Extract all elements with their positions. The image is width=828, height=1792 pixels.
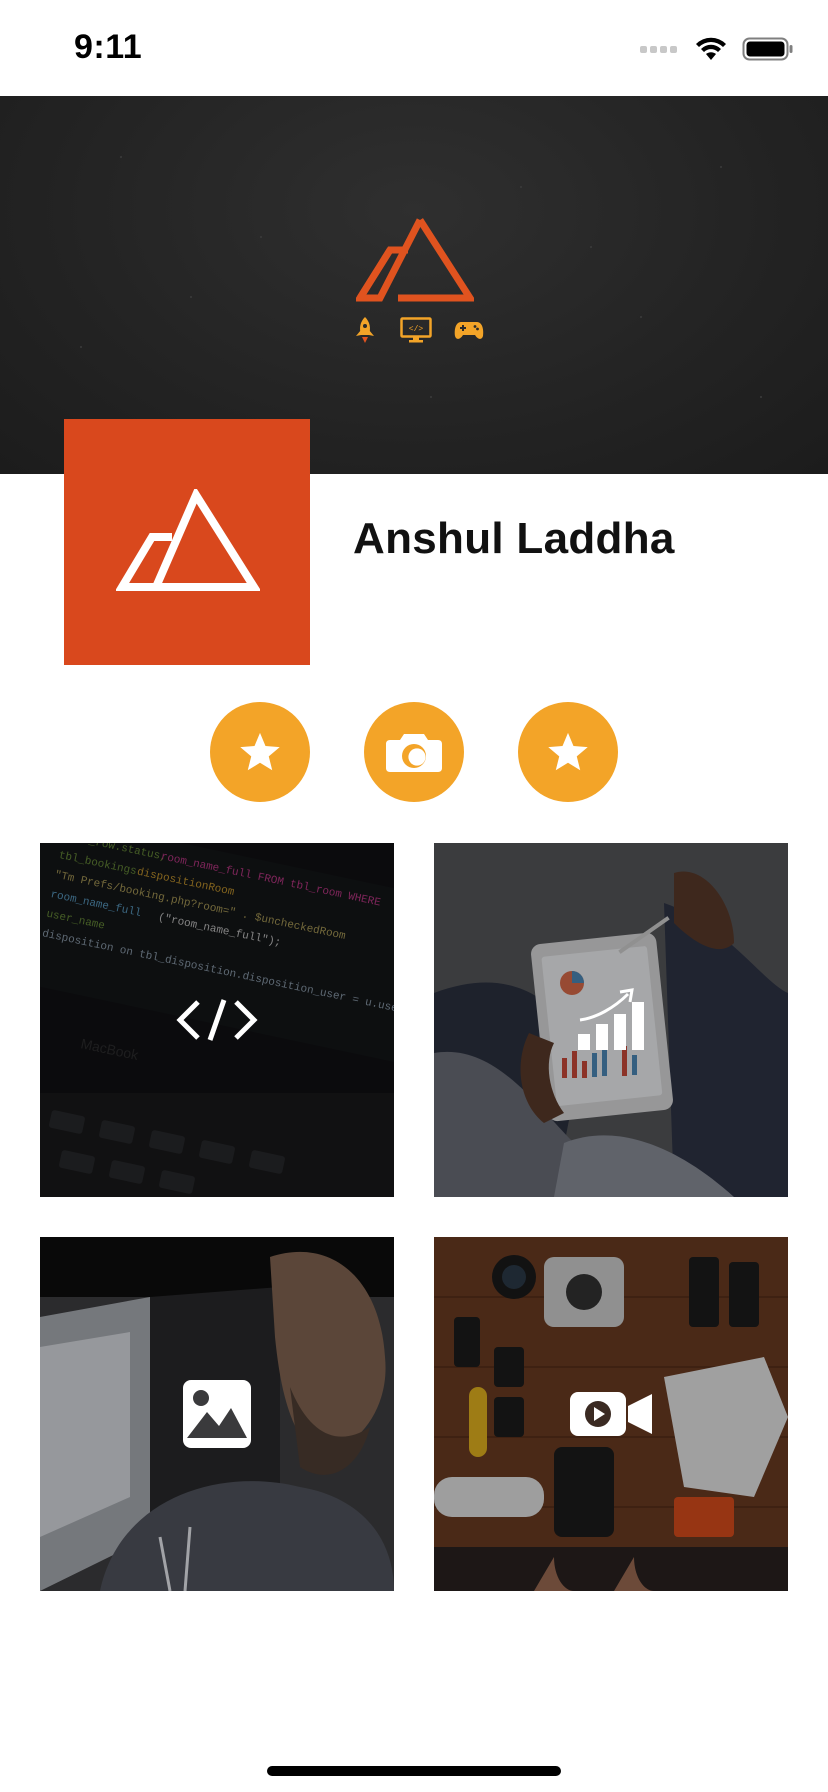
status-icons — [640, 36, 794, 62]
tile-code[interactable]: user_row.status, room_name_full FROM tbl… — [40, 843, 394, 1197]
rocket-icon — [356, 317, 374, 343]
cellular-signal-icon — [640, 46, 677, 53]
star-button[interactable] — [518, 702, 618, 802]
profile-name: Anshul Laddha — [353, 514, 675, 563]
cover-logo-icon — [353, 216, 477, 307]
star-button[interactable] — [210, 702, 310, 802]
camera-icon — [386, 734, 442, 772]
wifi-icon — [696, 37, 726, 60]
gamepad-icon — [454, 322, 484, 339]
cover-header: </> — [0, 96, 828, 474]
video-camera-icon — [434, 1237, 788, 1591]
avatar[interactable] — [64, 419, 310, 665]
tile-photos[interactable] — [40, 1237, 394, 1591]
action-row — [0, 702, 828, 802]
star-icon — [240, 732, 280, 771]
tile-analytics[interactable] — [434, 843, 788, 1197]
camera-button[interactable] — [364, 702, 464, 802]
star-icon — [548, 732, 588, 771]
bar-chart-icon — [434, 843, 788, 1197]
mountain-logo-icon — [116, 489, 260, 591]
cover-mini-icons: </> — [352, 316, 484, 344]
code-icon — [40, 843, 394, 1197]
battery-icon — [742, 37, 793, 61]
home-indicator[interactable] — [267, 1766, 561, 1776]
image-icon — [40, 1237, 394, 1591]
tile-videos[interactable] — [434, 1237, 788, 1591]
status-bar: 9:11 — [0, 0, 828, 96]
status-time: 9:11 — [74, 28, 143, 66]
svg-text:</>: </> — [409, 325, 424, 334]
code-monitor-icon: </> — [400, 317, 432, 343]
